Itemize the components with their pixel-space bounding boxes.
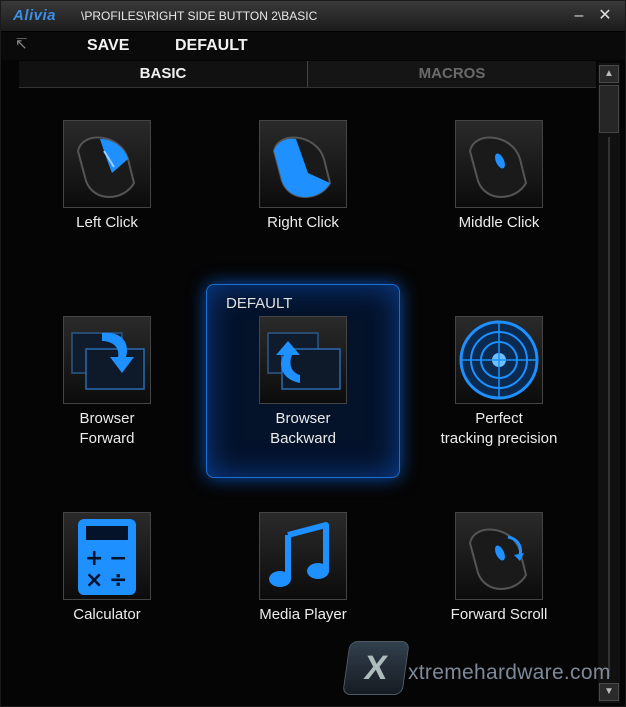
default-selection-label: DEFAULT — [226, 295, 293, 312]
action-label: Calculator — [73, 606, 141, 623]
music-note-icon — [259, 512, 347, 600]
scroll-up-icon[interactable]: ▲ — [599, 65, 619, 83]
browser-forward-icon — [63, 316, 151, 404]
action-label: Right Click — [267, 214, 339, 231]
scroll-forward-icon — [455, 512, 543, 600]
mouse-left-click-icon — [63, 120, 151, 208]
watermark: X xtremehardware.com — [342, 641, 610, 696]
calculator-icon: + − × ÷ — [63, 512, 151, 600]
action-label: Browser Forward — [79, 410, 135, 447]
action-label: Middle Click — [458, 214, 540, 231]
profile-path: \PROFILES\RIGHT SIDE BUTTON 2\BASIC — [81, 9, 318, 23]
default-button[interactable]: DEFAULT — [175, 37, 248, 55]
scroll-track — [608, 137, 610, 677]
mouse-right-click-icon — [259, 120, 347, 208]
app-window: Alivia \PROFILES\RIGHT SIDE BUTTON 2\BAS… — [0, 0, 626, 707]
action-label: Forward Scroll — [450, 606, 548, 623]
watermark-x-icon: X — [342, 641, 410, 695]
browser-backward-icon — [259, 316, 347, 404]
tab-macros[interactable]: MACROS — [308, 61, 596, 87]
minimize-button[interactable]: – — [569, 6, 589, 26]
close-button[interactable]: ✕ — [595, 6, 615, 26]
action-label: Browser Backward — [270, 410, 336, 447]
mouse-middle-click-icon — [455, 120, 543, 208]
scroll-thumb[interactable] — [599, 85, 619, 133]
toolbar: ↸ SAVE DEFAULT — [1, 32, 625, 60]
title-bar: Alivia \PROFILES\RIGHT SIDE BUTTON 2\BAS… — [1, 1, 625, 32]
save-button[interactable]: SAVE — [87, 37, 129, 55]
svg-text:÷: ÷ — [109, 568, 127, 593]
tab-basic[interactable]: BASIC — [19, 61, 308, 87]
svg-text:×: × — [85, 568, 103, 593]
watermark-text: xtremehardware.com — [408, 661, 611, 684]
scroll-down-icon[interactable]: ▼ — [599, 683, 619, 701]
tab-bar: BASIC MACROS — [19, 61, 596, 88]
app-logo: Alivia — [13, 7, 57, 24]
vertical-scrollbar[interactable]: ▲ ▼ — [598, 63, 620, 703]
target-icon — [455, 316, 543, 404]
back-arrow-icon[interactable]: ↸ — [15, 35, 28, 53]
action-label: Left Click — [76, 214, 138, 231]
action-label: Perfect tracking precision — [440, 410, 558, 447]
action-label: Media Player — [259, 606, 347, 623]
